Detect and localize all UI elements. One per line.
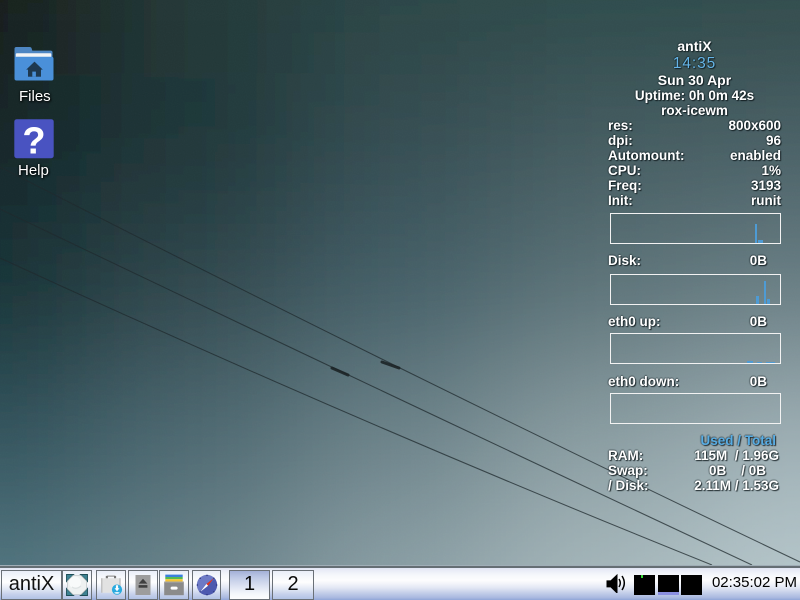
svg-text:?: ? <box>22 120 45 159</box>
